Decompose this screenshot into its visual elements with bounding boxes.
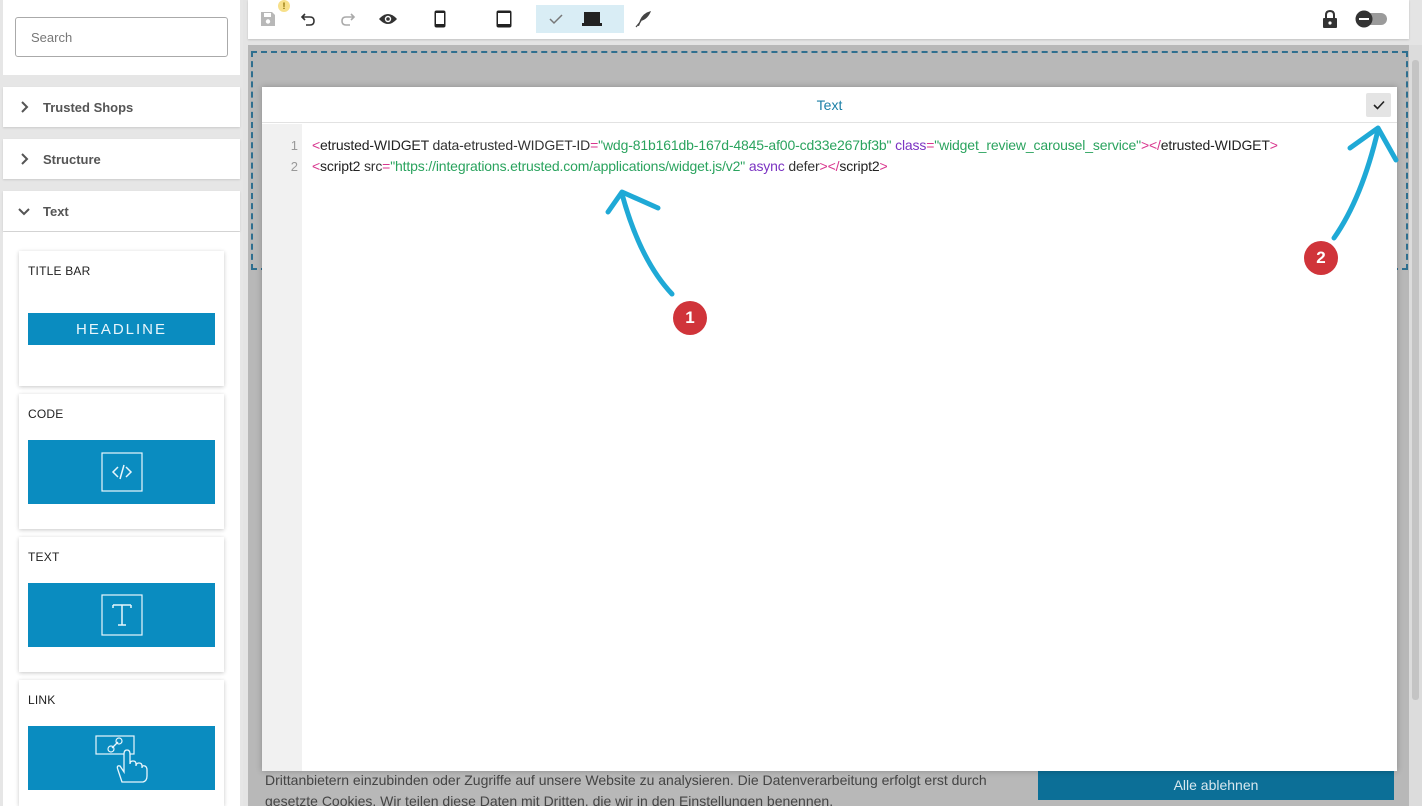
section-structure[interactable]: Structure [3,139,240,179]
code-icon [100,452,143,492]
code-token: src [360,158,383,174]
code-token: > [1269,137,1278,153]
line-number: 2 [290,159,298,174]
toggle-switch[interactable] [1352,5,1392,33]
line-number-gutter: 1 2 [262,124,302,771]
laptop-icon [582,12,602,26]
code-token: etrusted-WIDGET [320,137,429,153]
feather-icon [635,11,651,28]
code-token: script2 [320,158,361,174]
preview-eye-icon [379,14,397,24]
editor-toolbar: ! [248,0,1409,39]
link-hand-icon [94,735,148,783]
annotation-badge-1: 1 [673,301,707,335]
code-line-1[interactable]: <etrusted-WIDGET data-etrusted-WIDGET-ID… [312,137,1278,153]
code-token: class [891,137,927,153]
widget-card-text[interactable]: TEXT [19,537,224,672]
code-token: async [745,158,785,174]
card-label: CODE [28,407,64,421]
scrollbar-thumb[interactable] [1412,60,1419,700]
text-t-icon [100,594,143,636]
link-preview [28,726,215,790]
code-token: = [382,158,391,174]
undo-icon [300,13,315,26]
code-token: script2 [839,158,880,174]
unsaved-warning-badge: ! [278,0,290,12]
dialog-title: Text [816,97,843,113]
annotation-badge-2: 2 [1304,241,1338,275]
search-input[interactable] [15,17,228,57]
code-token: data-etrusted-WIDGET-ID [428,137,591,153]
code-token: < [312,158,321,174]
chevron-right-icon [17,100,31,114]
code-token: "https://integrations.etrusted.com/appli… [390,158,746,174]
section-label: Trusted Shops [43,99,134,115]
preview-button[interactable] [376,5,400,33]
view-desktop-button[interactable] [580,5,604,33]
code-token: "wdg-81b161db-167d-4845-af00-cd33e267bf3… [598,137,892,153]
code-preview [28,440,215,504]
code-token: < [312,137,321,153]
view-active-check [546,5,566,33]
tablet-icon [496,10,512,28]
save-icon [261,12,275,26]
sidebar: Trusted Shops Structure Text TITLE BAR H… [0,0,243,806]
chevron-down-icon [17,204,31,218]
dialog-header: Text [262,87,1397,123]
code-token: > [879,158,888,174]
code-editor-dialog: Text 1 2 <etrusted-WIDGET data-etrusted-… [262,87,1397,771]
code-token: etrusted-WIDGET [1160,137,1270,153]
widget-card-code[interactable]: CODE [19,394,224,529]
card-label: TEXT [28,550,60,564]
check-icon [1372,100,1385,110]
cookie-text-line: gesetzte Cookies. Wir teilen diese Daten… [265,793,834,806]
cookie-banner-text: Drittanbietern einzubinden oder Zugriffe… [265,770,1025,806]
search-panel [3,0,240,75]
headline-preview-text: HEADLINE [75,320,168,338]
code-token: ></ [1140,137,1161,153]
widget-card-title-bar[interactable]: TITLE BAR HEADLINE [19,251,224,386]
phone-icon [434,10,446,28]
widget-card-link[interactable]: LINK [19,680,224,806]
cookie-text-line: Drittanbietern einzubinden oder Zugriffe… [265,772,987,788]
redo-icon [341,13,356,26]
card-label: TITLE BAR [28,264,91,278]
card-label: LINK [28,693,56,707]
lock-button[interactable] [1320,5,1340,33]
lock-icon [1323,9,1337,28]
design-button[interactable] [632,5,656,33]
code-token: "widget_review_carousel_service" [934,137,1141,153]
reject-all-button[interactable]: Alle ablehnen [1038,770,1394,800]
section-label: Structure [43,151,101,167]
section-text[interactable]: Text [3,191,240,231]
view-tablet-button[interactable] [492,5,516,33]
code-token: defer [784,158,820,174]
save-button[interactable] [258,5,278,33]
toggle-icon [1355,10,1387,28]
title-bar-preview: HEADLINE [28,313,215,345]
code-token: ></ [819,158,840,174]
redo-button[interactable] [338,5,358,33]
code-token: = [590,137,599,153]
code-line-2[interactable]: <script2 src="https://integrations.etrus… [312,158,888,174]
text-preview [28,583,215,647]
line-number: 1 [290,138,298,153]
chevron-right-icon [17,152,31,166]
confirm-button[interactable] [1366,93,1391,117]
check-icon [549,14,563,25]
undo-button[interactable] [298,5,318,33]
view-phone-button[interactable] [430,5,450,33]
section-label: Text [43,203,69,219]
section-trusted-shops[interactable]: Trusted Shops [3,87,240,127]
